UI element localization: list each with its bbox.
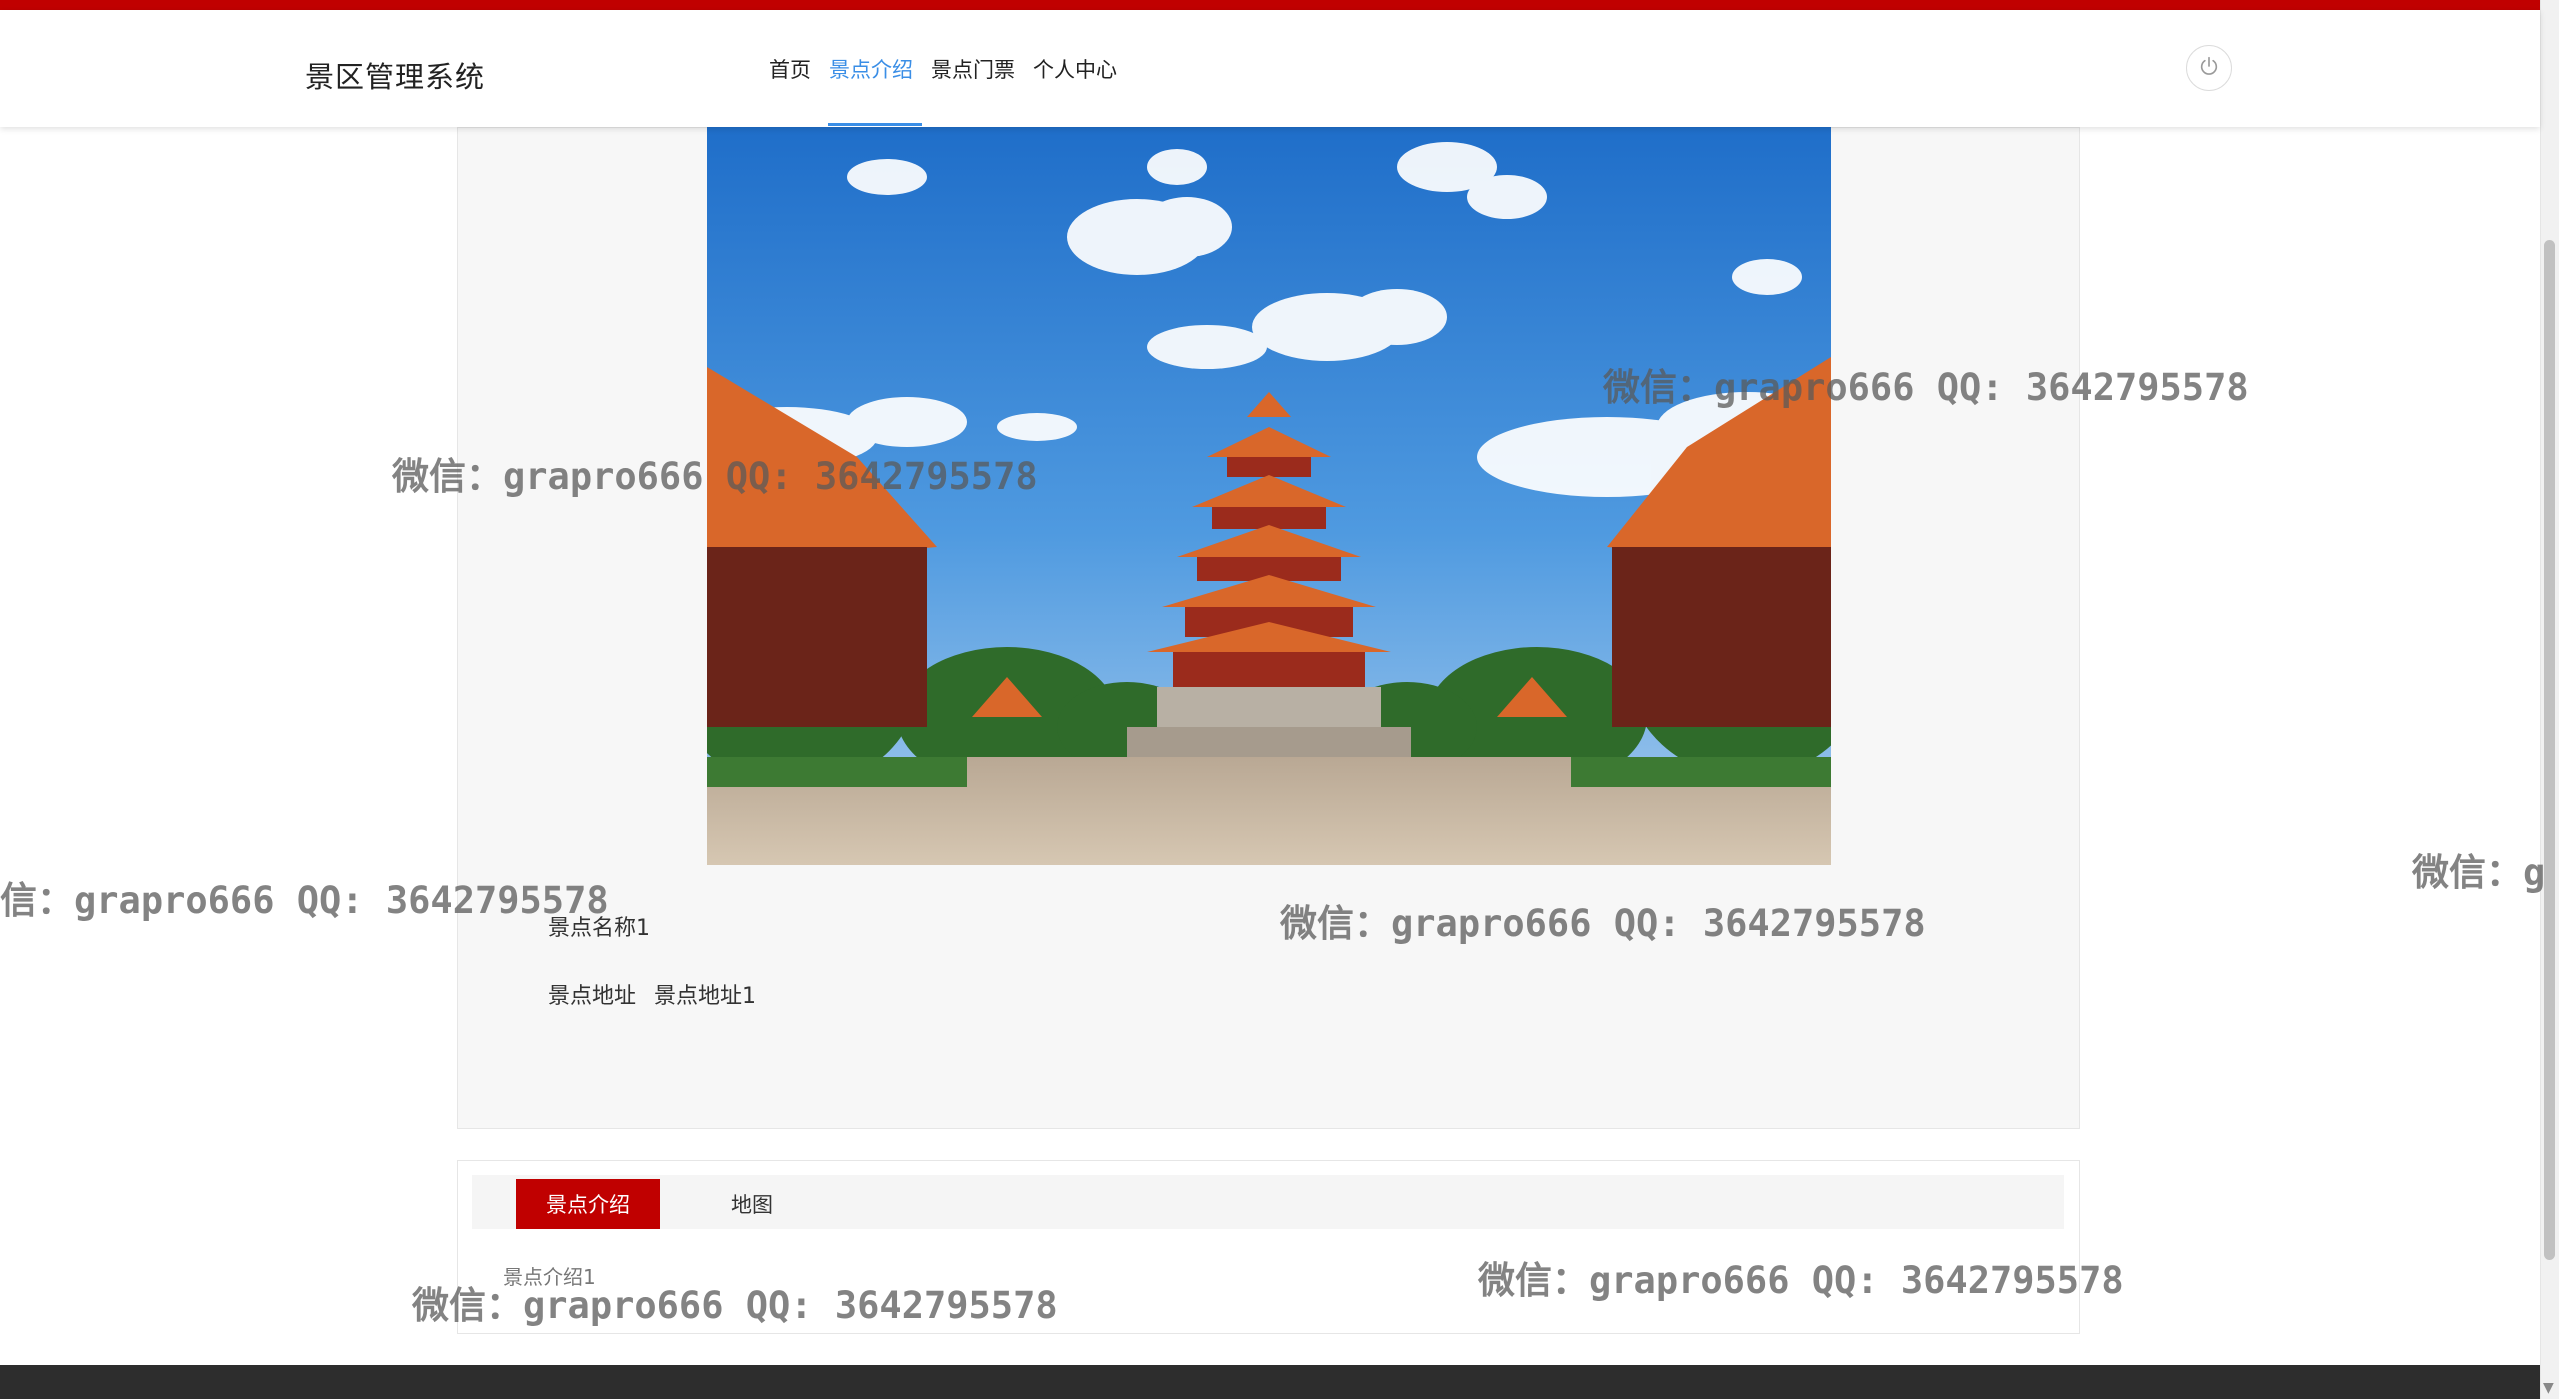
address-value: 景点地址1 — [654, 984, 757, 1009]
attraction-address: 景点地址 景点地址1 — [548, 978, 756, 1010]
tab-content: 景点介绍1 — [503, 1265, 596, 1289]
logout-button[interactable] — [2186, 45, 2232, 91]
tabs-card: 景点介绍 地图 景点介绍1 — [457, 1160, 2080, 1334]
nav-tickets[interactable]: 景点门票 — [922, 10, 1024, 127]
power-icon — [2198, 55, 2220, 81]
watermark: 微信：g — [2412, 851, 2546, 894]
brand-title: 景区管理系统 — [305, 60, 486, 94]
main-nav: 首页 景点介绍 景点门票 个人中心 — [760, 10, 1126, 127]
nav-profile[interactable]: 个人中心 — [1024, 10, 1126, 127]
nav-attractions[interactable]: 景点介绍 — [820, 10, 922, 127]
attraction-photo — [707, 127, 1831, 865]
scrollbar-thumb[interactable] — [2544, 240, 2555, 1260]
header: 景区管理系统 首页 景点介绍 景点门票 个人中心 — [0, 10, 2540, 127]
address-label: 景点地址 — [548, 984, 637, 1009]
footer-bar — [0, 1365, 2540, 1399]
tab-bar: 景点介绍 地图 — [472, 1175, 2064, 1229]
attraction-name: 景点名称1 — [548, 916, 650, 941]
tab-map[interactable]: 地图 — [692, 1179, 812, 1229]
nav-home[interactable]: 首页 — [760, 10, 820, 127]
scroll-down-arrow-icon[interactable]: ▼ — [2543, 1380, 2554, 1396]
tab-introduction[interactable]: 景点介绍 — [516, 1179, 660, 1229]
top-accent-bar — [0, 0, 2540, 10]
